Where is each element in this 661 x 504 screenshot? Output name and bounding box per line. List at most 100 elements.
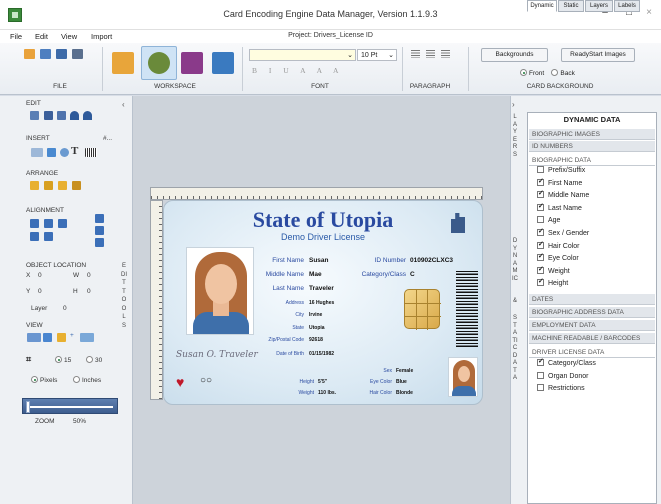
checkbox-row[interactable]: First Name bbox=[537, 177, 582, 189]
close-button[interactable]: × bbox=[637, 4, 661, 22]
align-center-icon[interactable] bbox=[44, 219, 53, 228]
encode-card-icon[interactable] bbox=[212, 52, 234, 74]
tab-labels[interactable]: Labels bbox=[614, 0, 640, 12]
checkbox-row[interactable]: Prefix/Suffix bbox=[537, 166, 585, 176]
checkbox[interactable] bbox=[537, 277, 544, 287]
send-backward-icon[interactable] bbox=[72, 181, 81, 190]
w-value[interactable]: 0 bbox=[87, 272, 91, 279]
pixels-radio[interactable] bbox=[31, 376, 38, 383]
smart-chip-icon[interactable] bbox=[404, 289, 441, 330]
checkbox[interactable] bbox=[537, 357, 544, 367]
checkbox[interactable] bbox=[537, 265, 544, 275]
back-radio[interactable] bbox=[551, 69, 559, 76]
view-ruler-icon[interactable] bbox=[80, 333, 94, 342]
insert-photo-icon[interactable] bbox=[60, 148, 69, 157]
align-right-icon[interactable] bbox=[441, 50, 450, 58]
zoom-slider-thumb[interactable] bbox=[26, 401, 30, 413]
grid-30-radio[interactable] bbox=[86, 356, 93, 363]
hair-color-value[interactable]: Blonde bbox=[396, 390, 413, 396]
checkbox[interactable] bbox=[537, 227, 544, 237]
insert-more[interactable]: #... bbox=[103, 135, 112, 142]
checkbox[interactable] bbox=[537, 202, 544, 212]
align-bottom-icon[interactable] bbox=[95, 238, 104, 247]
license-card[interactable]: State of Utopia Demo Driver License Firs… bbox=[163, 200, 483, 405]
y-value[interactable]: 0 bbox=[38, 288, 42, 295]
eye-color-value[interactable]: Blue bbox=[396, 379, 407, 385]
category-machine-readable[interactable]: MACHINE READABLE / BARCODES bbox=[529, 333, 655, 344]
layer-value[interactable]: 0 bbox=[63, 305, 67, 312]
align-middle-icon[interactable] bbox=[44, 232, 53, 241]
portrait-photo[interactable] bbox=[186, 247, 254, 335]
checkbox[interactable] bbox=[537, 177, 544, 187]
checkbox[interactable] bbox=[537, 189, 544, 199]
align-left-edge-icon[interactable] bbox=[30, 219, 39, 228]
align-top-icon[interactable] bbox=[30, 232, 39, 241]
checkbox[interactable] bbox=[537, 371, 544, 379]
font-size-select[interactable]: 10 Pt ⌄ bbox=[357, 49, 397, 61]
backgrounds-button[interactable]: Backgrounds bbox=[481, 48, 548, 62]
bring-front-icon[interactable] bbox=[30, 181, 39, 190]
dob-value[interactable]: 01/15/1982 bbox=[309, 351, 334, 357]
grid-15-radio[interactable] bbox=[55, 356, 62, 363]
checkbox[interactable] bbox=[537, 216, 544, 224]
checkbox-row[interactable]: Category/Class bbox=[537, 357, 596, 369]
tab-layers[interactable]: Layers bbox=[585, 0, 613, 12]
city-value[interactable]: Irvine bbox=[309, 312, 322, 318]
insert-barcode-icon[interactable] bbox=[85, 148, 97, 157]
category-employment[interactable]: EMPLOYMENT DATA bbox=[529, 320, 655, 331]
distribute-vertical-icon[interactable] bbox=[95, 226, 104, 235]
insert-text-icon[interactable]: T bbox=[71, 145, 78, 157]
zoom-slider[interactable] bbox=[22, 398, 118, 414]
save-icon[interactable] bbox=[40, 49, 51, 59]
checkbox-row[interactable]: Age bbox=[537, 216, 560, 226]
checkbox[interactable] bbox=[537, 384, 544, 391]
collapse-left-panel-icon[interactable]: ‹ bbox=[122, 100, 125, 109]
category-value[interactable]: C bbox=[410, 271, 415, 278]
format-buttons[interactable]: B I U A A A bbox=[252, 66, 343, 75]
units-inches-option[interactable]: Inches bbox=[73, 376, 101, 384]
insert-shape-icon[interactable] bbox=[31, 148, 43, 157]
checkbox[interactable] bbox=[537, 240, 544, 250]
address-value[interactable]: 16 Hughes bbox=[309, 300, 334, 306]
checkbox-row[interactable]: Weight bbox=[537, 265, 570, 277]
plus-icon[interactable]: + bbox=[70, 332, 74, 339]
save-as-icon[interactable] bbox=[56, 49, 67, 59]
font-family-select[interactable]: ⌄ bbox=[249, 49, 356, 61]
front-radio[interactable] bbox=[520, 69, 527, 76]
category-driver-license[interactable]: DRIVER LICENSE DATA bbox=[529, 347, 655, 358]
distribute-horizontal-icon[interactable] bbox=[95, 214, 104, 223]
view-card-icon[interactable] bbox=[27, 333, 41, 342]
checkbox-row[interactable]: Sex / Gender bbox=[537, 227, 589, 239]
category-biographic-address[interactable]: BIOGRAPHIC ADDRESS DATA bbox=[529, 307, 655, 318]
category-id-numbers[interactable]: ID NUMBERS bbox=[529, 141, 655, 152]
send-back-icon[interactable] bbox=[44, 181, 53, 190]
copy-icon[interactable] bbox=[30, 111, 39, 120]
cut-icon[interactable] bbox=[44, 111, 53, 120]
sex-value[interactable]: Female bbox=[396, 368, 413, 374]
units-pixels-option[interactable]: Pixels bbox=[31, 376, 57, 384]
checkbox-row[interactable]: Height bbox=[537, 277, 568, 289]
align-center-icon[interactable] bbox=[426, 50, 435, 58]
checkbox-row[interactable]: Restrictions bbox=[537, 384, 585, 394]
organ-donor-heart-icon[interactable]: ♥ bbox=[176, 375, 184, 389]
view-fit-icon[interactable] bbox=[57, 333, 66, 342]
collapse-right-panel-icon[interactable]: › bbox=[512, 100, 515, 109]
barcode-icon[interactable] bbox=[456, 269, 478, 347]
corrective-lenses-icon[interactable]: ○○ bbox=[200, 375, 212, 386]
print-icon[interactable] bbox=[72, 49, 83, 59]
view-grid-icon[interactable] bbox=[43, 333, 52, 342]
checkbox-row[interactable]: Middle Name bbox=[537, 189, 589, 201]
database-icon[interactable] bbox=[181, 52, 203, 74]
checkbox[interactable] bbox=[537, 252, 544, 262]
height-value[interactable]: 5'5" bbox=[318, 379, 327, 385]
checkbox[interactable] bbox=[537, 166, 544, 173]
redo-icon[interactable] bbox=[83, 111, 92, 120]
grid-15-option[interactable]: 15 bbox=[55, 356, 71, 364]
paste-icon[interactable] bbox=[57, 111, 66, 120]
inches-radio[interactable] bbox=[73, 376, 80, 383]
h-value[interactable]: 0 bbox=[87, 288, 91, 295]
checkbox-row[interactable]: Hair Color bbox=[537, 240, 580, 252]
tab-dynamic[interactable]: Dynamic bbox=[527, 0, 557, 12]
checkbox-row[interactable]: Last Name bbox=[537, 202, 582, 214]
insert-image-icon[interactable] bbox=[47, 148, 56, 157]
